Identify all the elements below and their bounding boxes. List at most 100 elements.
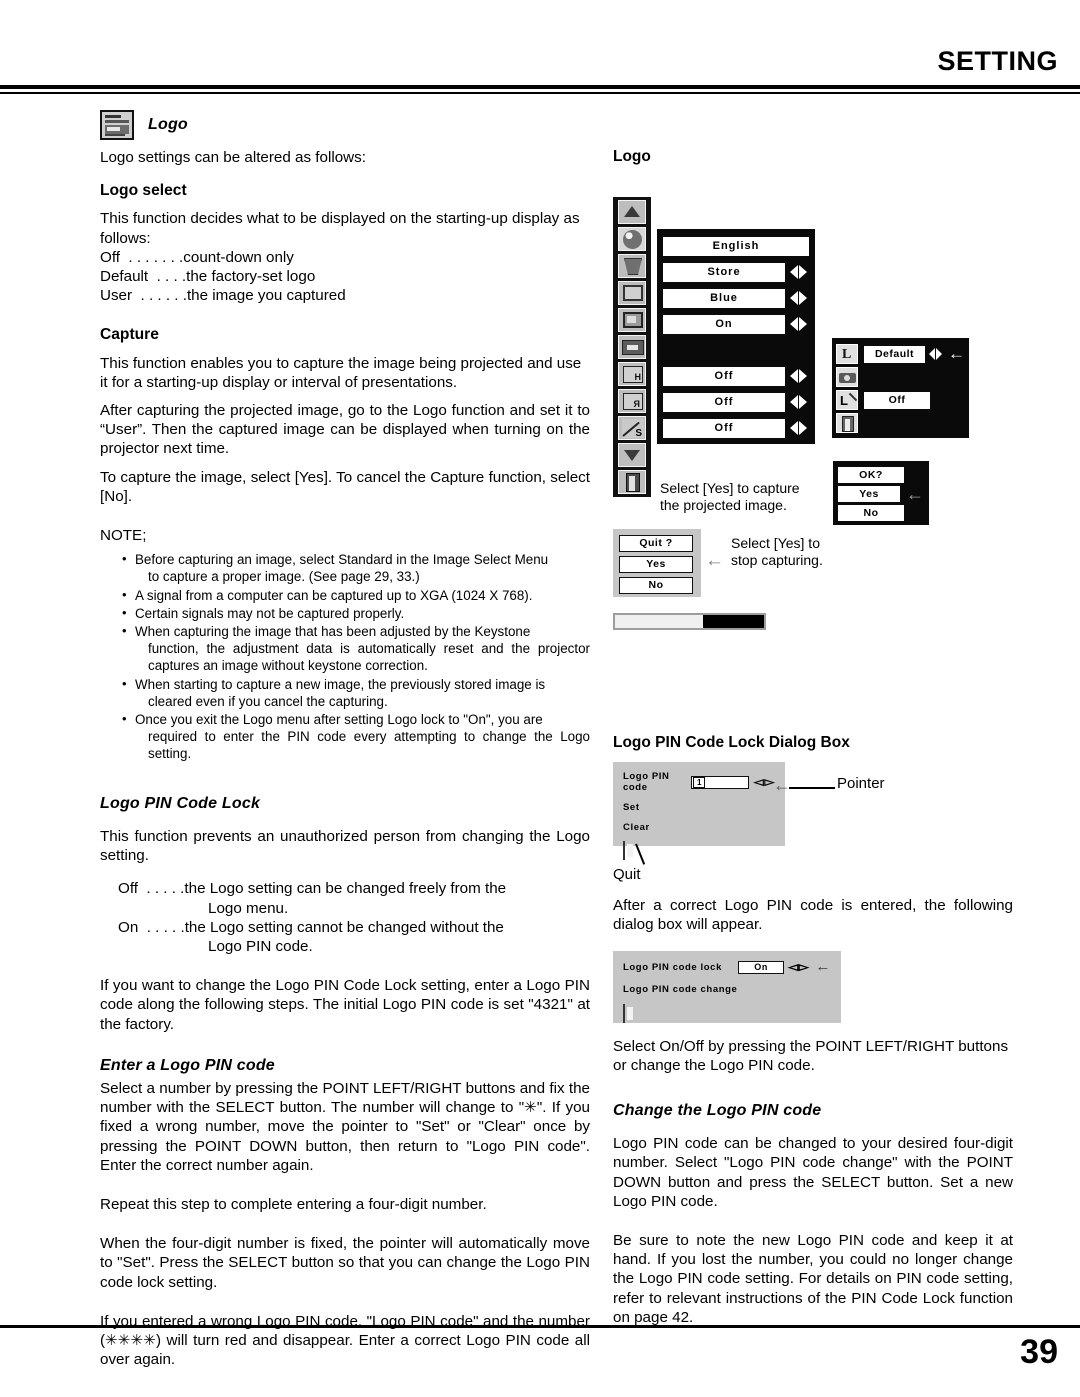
menu-row-language[interactable]: English (663, 234, 809, 258)
logo-thumbnail-icon (100, 110, 134, 140)
pin-dialog-after-text: After a correct Logo PIN code is entered… (613, 897, 1013, 934)
display-logo-icon[interactable] (618, 335, 646, 359)
language-globe-icon[interactable] (618, 227, 646, 251)
pointer-arrow-icon: ← (906, 483, 924, 504)
ok-dialog-no-row[interactable]: No (838, 504, 924, 521)
capture-confirm-dialog: OK? Yes ← No (833, 461, 929, 525)
logo-select-title: Logo select (100, 182, 187, 200)
menu-value-noshow: Off (663, 418, 785, 438)
quit-door-icon[interactable] (623, 1003, 625, 1023)
enter-pin-paragraph-2: Repeat this step to complete entering a … (100, 1195, 487, 1213)
quit-door-icon (836, 413, 858, 433)
menu-row-store[interactable]: Store (663, 260, 809, 284)
menu-value-background: Blue (663, 288, 785, 308)
menu-row-noshow[interactable]: Off (663, 416, 809, 440)
ok-dialog-no-button[interactable]: No (838, 504, 904, 521)
logo-select-option: Default . . . .the factory-set logo (100, 268, 316, 286)
ok-dialog-yes-row[interactable]: Yes ← (838, 483, 924, 504)
pin-code-field-label: Logo PIN code (623, 771, 670, 794)
quit-dialog-yes-button[interactable]: Yes (619, 555, 693, 573)
quit-door-icon[interactable] (623, 841, 625, 861)
pointer-leader-line (789, 787, 835, 790)
pin-clear-row[interactable]: Clear (623, 822, 775, 833)
lock-row-pin-code-change[interactable]: Logo PIN code change (623, 984, 831, 995)
quit-callout-label: Quit (613, 866, 641, 884)
submenu-row-quit[interactable] (836, 412, 965, 434)
left-right-arrows-icon[interactable]: ◅▻ (754, 775, 775, 788)
scroll-down-icon[interactable] (618, 443, 646, 467)
menu-value-rear: Off (663, 392, 785, 412)
quit-dialog-no-row[interactable]: No (619, 576, 695, 594)
no-show-icon[interactable] (618, 416, 646, 440)
ok-dialog-title: OK? (838, 466, 904, 483)
quit-dialog-title: Quit ? (619, 534, 693, 552)
lock-row-pin-code-lock[interactable]: Logo PIN code lock On ◅▻ ← (623, 959, 831, 974)
pointer-arrow-icon: ← (773, 775, 791, 796)
list-item: When starting to capture a new image, th… (122, 675, 590, 710)
display-screen-icon[interactable] (618, 308, 646, 332)
capture-title: Capture (100, 326, 159, 344)
capture-caption: Select [Yes] to capture the projected im… (660, 480, 800, 513)
lock-value-pin-code-lock: On (737, 960, 785, 974)
pin-lock-option: On . . . . .the Logo setting cannot be c… (118, 918, 504, 955)
page-number: 39 (1020, 1333, 1058, 1371)
logo-pin-code-lock-title: Logo PIN Code Lock (100, 794, 261, 812)
pin-lock-paragraph-1: This function prevents an unauthorized p… (100, 827, 590, 865)
menu-row-rear[interactable]: Off (663, 390, 809, 414)
left-right-arrows-icon[interactable] (790, 421, 807, 435)
ok-dialog-yes-button[interactable]: Yes (838, 485, 900, 502)
lock-dialog-after-text: Select On/Off by pressing the POINT LEFT… (613, 1037, 1009, 1074)
left-right-arrows-icon[interactable] (929, 348, 942, 360)
pin-clear-label: Clear (623, 822, 650, 834)
left-right-arrows-icon[interactable]: ◅▻ (788, 960, 809, 973)
rear-icon[interactable] (618, 389, 646, 413)
osd-icon-rail (613, 197, 651, 497)
list-item: When capturing the image that has been a… (122, 622, 590, 675)
logo-select-paragraph: This function decides what to be display… (100, 210, 580, 247)
menu-row-logo-empty[interactable] (663, 338, 809, 362)
submenu-row-logo-pin-lock[interactable]: L Off (836, 389, 965, 411)
left-right-arrows-icon[interactable] (790, 291, 807, 305)
left-right-arrows-icon[interactable] (790, 395, 807, 409)
pin-lock-paragraph-2: If you want to change the Logo PIN Code … (100, 977, 590, 1033)
menu-row-ceiling[interactable]: Off (663, 364, 809, 388)
pin-digit-1: 1 (693, 776, 706, 788)
quit-dialog-yes-row[interactable]: Yes (619, 555, 695, 573)
menu-row-background[interactable]: Blue (663, 286, 809, 310)
left-right-arrows-icon[interactable] (790, 317, 807, 331)
submenu-row-logo-select[interactable]: L Default ← (836, 343, 965, 365)
quit-dialog-no-button[interactable]: No (619, 576, 693, 594)
quit-capture-dialog: Quit ? Yes No (613, 529, 701, 597)
header-rule-thin (0, 92, 1080, 94)
left-column: Logo Logo settings can be altered as fol… (100, 110, 590, 1369)
page-footer: 39 (0, 1307, 1080, 1397)
capture-paragraph-3: To capture the image, select [Yes]. To c… (100, 468, 590, 505)
ceiling-icon[interactable] (618, 362, 646, 386)
keystone-icon[interactable] (618, 254, 646, 278)
pin-code-input[interactable]: 1 (691, 775, 749, 789)
list-item: Once you exit the Logo menu after settin… (122, 710, 590, 763)
pin-code-field-row[interactable]: Logo PIN code 1 ◅▻ (623, 771, 775, 793)
menu-row-display[interactable]: On (663, 312, 809, 336)
submenu-value-logo-pin-lock: Off (864, 391, 930, 409)
logo-pin-code-lock-dialog: Logo PIN code lock On ◅▻ ← Logo PIN code… (613, 950, 841, 1023)
capture-paragraph-1: This function enables you to capture the… (100, 354, 582, 391)
list-item: Before capturing an image, select Standa… (122, 550, 590, 585)
quit-door-icon[interactable] (618, 470, 646, 494)
change-pin-paragraph-1: Logo PIN code can be changed to your des… (613, 1135, 1013, 1210)
osd-logo-submenu-panel: L Default ← L Off (832, 338, 969, 438)
logo-section-heading: Logo (100, 110, 590, 140)
submenu-value-logo-select: Default (864, 345, 925, 363)
progress-track (615, 615, 764, 628)
left-right-arrows-icon[interactable] (790, 265, 807, 279)
page-header: SETTING (0, 46, 1080, 98)
blue-back-screen-icon[interactable] (618, 281, 646, 305)
left-right-arrows-icon[interactable] (790, 369, 807, 383)
logo-pin-dialog-illustration: Logo PIN code 1 ◅▻ Set Clear ← Pointer Q… (613, 762, 1013, 894)
scroll-up-icon[interactable] (618, 200, 646, 224)
list-item: A signal from a computer can be captured… (122, 586, 590, 604)
submenu-row-capture[interactable] (836, 366, 965, 388)
logo-select-option: Off . . . . . . .count-down only (100, 248, 294, 266)
pin-set-row[interactable]: Set (623, 802, 775, 813)
pin-set-label: Set (623, 802, 640, 814)
